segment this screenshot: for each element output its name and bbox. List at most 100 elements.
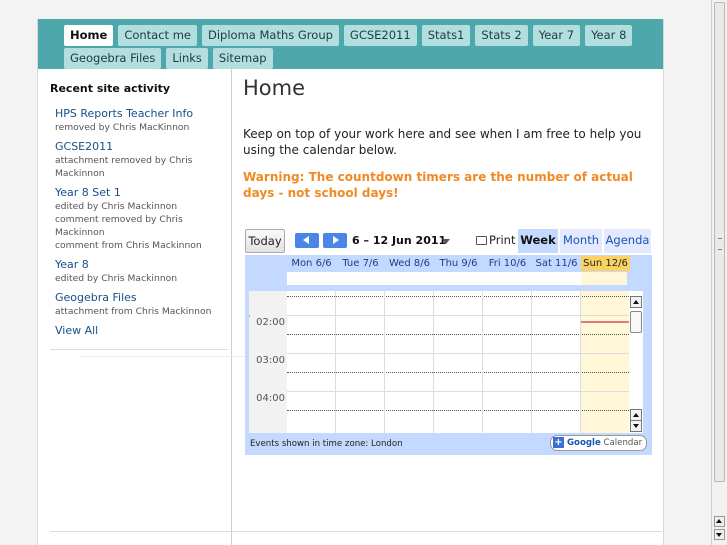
time-grid[interactable]: 01:0002:0003:0004:00	[249, 291, 629, 433]
half-hour-gridline	[287, 334, 629, 335]
chevron-down-icon[interactable]	[442, 239, 450, 244]
scroll-up-button[interactable]	[630, 296, 642, 308]
activity-desc: comment removed by Chris Mackinnon	[55, 214, 183, 238]
today-button[interactable]: Today	[245, 229, 285, 253]
activity-item: Year 8 Set 1 edited by Chris Mackinnon com…	[55, 186, 233, 252]
day-header[interactable]: Sun 12/6	[581, 256, 630, 271]
nav-row-1: Home Contact me Diploma Maths Group GCSE201…	[64, 25, 633, 46]
prev-week-button[interactable]	[295, 233, 319, 248]
scroll-down-button-2[interactable]	[630, 420, 642, 432]
time-label: 04:00	[256, 393, 285, 404]
view-tab-agenda[interactable]: Agenda	[604, 229, 651, 253]
half-hour-gridline	[287, 410, 629, 411]
view-tab-week[interactable]: Week	[518, 229, 558, 253]
page-scrollbar[interactable]	[711, 0, 727, 545]
activity-desc: comment from Chris Mackinnon	[55, 240, 202, 251]
half-hour-gridline	[287, 296, 629, 297]
next-week-button[interactable]	[323, 233, 347, 248]
calendar-scrollbar[interactable]	[629, 291, 643, 433]
current-time-line	[581, 321, 629, 323]
page: Home Contact me Diploma Maths Group GCSE201…	[37, 19, 664, 545]
page-scroll-up-button[interactable]	[714, 516, 725, 527]
day-header[interactable]: Mon 6/6	[287, 256, 336, 271]
intro-text: Keep on top of your work here and see wh…	[243, 127, 642, 157]
nav-tab-home[interactable]: Home	[64, 25, 114, 46]
activity-desc: attachment removed by Chris	[55, 155, 193, 166]
nav-tab-gcse2011[interactable]: GCSE2011	[343, 25, 417, 46]
activity-desc: removed by Chris MacKinnon	[55, 122, 190, 133]
site-header: Home Contact me Diploma Maths Group GCSE201…	[38, 19, 663, 69]
grip-icon	[718, 238, 722, 250]
hour-gridline	[287, 391, 629, 392]
arrow-up-icon	[716, 519, 722, 523]
day-column-divider	[433, 291, 434, 433]
arrow-down-icon	[716, 533, 722, 537]
google-calendar-badge[interactable]: + Google Calendar	[550, 435, 648, 451]
page-scroll-thumb[interactable]	[714, 2, 725, 482]
all-day-row[interactable]	[287, 272, 627, 285]
sidebar: Recent site activity HPS Reports Teacher…	[38, 69, 245, 545]
arrow-up-icon	[633, 413, 639, 417]
day-column-divider	[531, 291, 532, 433]
hour-gridline	[287, 353, 629, 354]
nav-tab-year-7[interactable]: Year 7	[532, 25, 581, 46]
view-tab-month[interactable]: Month	[560, 229, 602, 253]
activity-item: Geogebra Files attachment from Chris Mack…	[55, 291, 233, 318]
activity-desc: edited by Chris Mackinnon	[55, 201, 178, 212]
sidebar-heading: Recent site activity	[50, 82, 171, 95]
nav-tab-sitemap[interactable]: Sitemap	[212, 48, 273, 69]
activity-title[interactable]: Year 8	[55, 258, 233, 272]
day-header[interactable]: Wed 8/6	[385, 256, 434, 271]
activity-divider	[79, 356, 245, 357]
print-button[interactable]: Print	[476, 233, 515, 247]
scroll-thumb[interactable]	[630, 311, 642, 333]
nav-tab-geogebra-files[interactable]: Geogebra Files	[64, 48, 162, 69]
page-title: Home	[243, 76, 306, 100]
nav-tab-stats-2[interactable]: Stats 2	[475, 25, 528, 46]
day-header[interactable]: Fri 10/6	[483, 256, 532, 271]
day-column-divider	[580, 291, 581, 433]
activity-item: GCSE2011 attachment removed by Chris Macki…	[55, 140, 233, 180]
badge-google: Google	[567, 438, 601, 448]
activity-title[interactable]: Geogebra Files	[55, 291, 233, 305]
all-day-today-cell[interactable]	[581, 272, 627, 285]
day-column-divider	[335, 291, 336, 433]
date-range: 6 – 12 Jun 2011	[352, 234, 447, 247]
activity-list: HPS Reports Teacher Info removed by Chris…	[55, 107, 245, 357]
footer-divider	[50, 531, 662, 532]
nav-tab-year-8[interactable]: Year 8	[585, 25, 633, 46]
plus-icon: +	[553, 437, 564, 448]
view-all-link[interactable]: View All	[55, 324, 233, 338]
activity-title[interactable]: HPS Reports Teacher Info	[55, 107, 233, 121]
printer-icon	[476, 236, 487, 245]
sidebar-divider	[50, 349, 228, 350]
activity-desc: edited by Chris Mackinnon	[55, 273, 178, 284]
day-header[interactable]: Thu 9/6	[434, 256, 483, 271]
day-header[interactable]: Tue 7/6	[336, 256, 385, 271]
nav-row-2: Geogebra Files Links Sitemap	[64, 48, 273, 69]
print-label: Print	[489, 233, 516, 247]
activity-desc: Mackinnon	[55, 168, 105, 179]
day-column-divider	[384, 291, 385, 433]
calendar-body: Mon 6/6 Tue 7/6 Wed 8/6 Thu 9/6 Fri 10/6 Sat …	[245, 255, 652, 455]
time-label: 02:00	[256, 317, 285, 328]
page-scroll-down-button[interactable]	[714, 529, 725, 540]
arrow-up-icon	[633, 300, 639, 304]
nav-tab-diploma-maths-group[interactable]: Diploma Maths Group	[202, 25, 339, 46]
today-column	[581, 291, 629, 433]
badge-calendar: Calendar	[603, 438, 643, 448]
google-calendar: Today 6 – 12 Jun 2011 Print Week Month Age…	[245, 229, 652, 455]
arrow-right-icon	[333, 236, 339, 244]
nav-tab-stats1[interactable]: Stats1	[421, 25, 471, 46]
current-time-marker-icon	[249, 313, 250, 319]
activity-title[interactable]: Year 8 Set 1	[55, 186, 233, 200]
activity-title[interactable]: GCSE2011	[55, 140, 233, 154]
activity-desc: attachment from Chris Mackinnon	[55, 306, 212, 317]
arrow-down-icon	[633, 424, 639, 428]
nav-tab-contact-me[interactable]: Contact me	[118, 25, 197, 46]
half-hour-gridline	[287, 372, 629, 373]
nav-tab-links[interactable]: Links	[166, 48, 208, 69]
day-header[interactable]: Sat 11/6	[532, 256, 581, 271]
warning-text: Warning: The countdown timers are the nu…	[243, 170, 633, 200]
activity-item: HPS Reports Teacher Info removed by Chris…	[55, 107, 233, 134]
